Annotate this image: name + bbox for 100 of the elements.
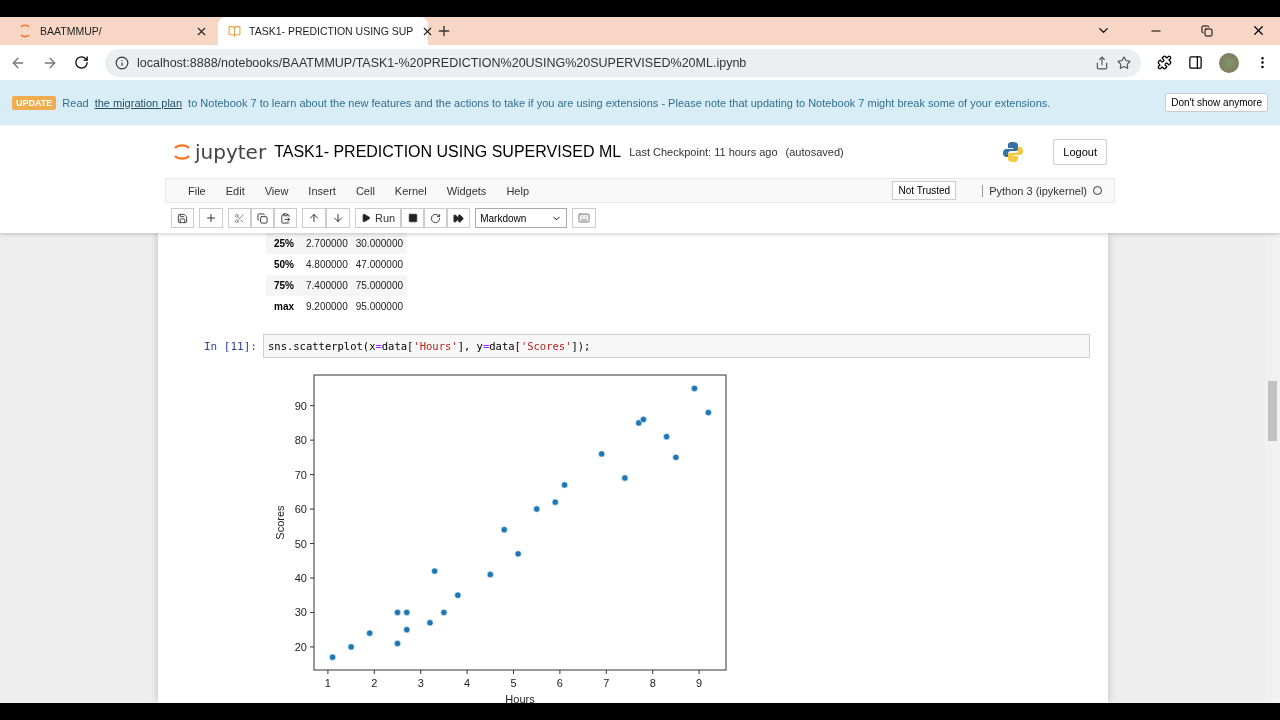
banner-text: to Notebook 7 to learn about the new features and the actions to take if you are using extensions - Please note that updating to Notebook 7 might break some of your extensions. <box>188 96 1051 109</box>
x-tick: 7 <box>603 669 610 689</box>
browser-tab[interactable]: BAATMMUP/ <box>8 17 218 45</box>
y-tick-label: 60 <box>294 503 307 516</box>
share-icon[interactable] <box>1095 55 1109 70</box>
autosave-text: (autosaved) <box>785 145 844 158</box>
row-header: 25% <box>266 233 302 254</box>
insert-cell-button[interactable] <box>199 208 223 228</box>
restore-icon[interactable] <box>1201 24 1213 37</box>
side-panel-icon[interactable] <box>1188 55 1203 70</box>
table-cell: 47.000000 <box>351 254 407 275</box>
table-cell: 30.000000 <box>351 233 407 254</box>
table-cell: 9.200000 <box>302 296 352 317</box>
trust-indicator[interactable]: Not Trusted <box>892 181 957 200</box>
x-tick-label: 2 <box>371 677 378 689</box>
bookmark-star-icon[interactable] <box>1117 55 1131 70</box>
y-tick-label: 80 <box>294 434 307 447</box>
notebook-title[interactable]: TASK1- PREDICTION USING SUPERVISED ML <box>274 142 622 161</box>
table-cell: 95.000000 <box>351 296 407 317</box>
save-button[interactable] <box>171 208 194 228</box>
table-cell: 7.400000 <box>302 275 352 296</box>
data-point <box>533 505 541 513</box>
x-tick: 9 <box>696 669 703 689</box>
menu-item[interactable]: Help <box>496 184 539 197</box>
move-down-button[interactable] <box>326 208 350 228</box>
new-tab-icon[interactable] <box>436 23 452 39</box>
avatar[interactable] <box>1219 52 1239 73</box>
data-point <box>500 526 508 534</box>
y-tick: 90 <box>294 399 315 412</box>
x-tick: 5 <box>510 669 517 689</box>
reload-icon[interactable] <box>74 55 89 70</box>
data-point <box>366 629 374 637</box>
y-tick-label: 90 <box>294 399 307 412</box>
arrow-up-icon <box>308 212 320 224</box>
row-header: max <box>266 296 302 317</box>
info-icon[interactable] <box>115 55 129 70</box>
fast-forward-icon <box>453 212 465 224</box>
run-button[interactable]: Run <box>355 208 402 228</box>
arrow-down-icon <box>332 212 344 224</box>
input-prompt: In [11]: <box>204 339 257 353</box>
banner-text: Read <box>62 96 89 109</box>
y-tick: 20 <box>294 640 315 653</box>
cell-type-select[interactable]: Markdown <box>475 208 568 228</box>
clipboard-icon <box>280 212 291 224</box>
y-tick: 80 <box>294 434 315 447</box>
x-axis-label: Hours <box>505 693 535 703</box>
play-icon <box>361 213 371 223</box>
menu-item[interactable]: View <box>254 184 299 197</box>
logo-text: jupyter <box>195 139 267 164</box>
code-cell[interactable]: sns.scatterplot(x=data['Hours'], y=data['Scores']); <box>263 334 1090 358</box>
address-bar[interactable]: localhost:8888/notebooks/BAATMMUP/TASK1-%20PREDICTION%20USING%20SUPERVISED%20ML.ipynb <box>105 48 1141 77</box>
plus-icon <box>205 212 217 224</box>
y-tick-label: 50 <box>294 537 307 550</box>
data-point <box>704 409 712 417</box>
restart-icon <box>430 212 442 224</box>
data-point <box>440 608 448 616</box>
menu-item[interactable]: Edit <box>215 184 255 197</box>
data-point <box>454 591 462 599</box>
close-window-icon[interactable] <box>1251 23 1266 38</box>
menu-item[interactable]: Cell <box>345 184 385 197</box>
restart-button[interactable] <box>424 208 448 228</box>
data-point <box>329 653 337 661</box>
table-cell: 4.800000 <box>302 254 352 275</box>
data-point <box>690 384 698 392</box>
python-logo <box>1001 139 1026 164</box>
data-point <box>347 643 355 651</box>
copy-button[interactable] <box>251 208 274 228</box>
paste-button[interactable] <box>274 208 297 228</box>
data-point <box>486 571 494 579</box>
data-point <box>394 608 401 616</box>
stop-button[interactable] <box>401 208 425 228</box>
logout-button[interactable]: Logout <box>1053 138 1107 165</box>
menu-item[interactable]: Insert <box>298 184 346 197</box>
menu-item[interactable]: File <box>178 184 216 197</box>
cut-button[interactable] <box>228 208 251 228</box>
book-icon <box>228 24 241 38</box>
kernel-name: Python 3 (ipykernel) <box>982 184 1087 197</box>
dismiss-button[interactable]: Don't show anymore <box>1165 93 1268 112</box>
extensions-icon[interactable] <box>1157 55 1172 70</box>
y-tick-label: 30 <box>294 606 307 619</box>
y-tick: 70 <box>294 468 315 481</box>
y-tick: 50 <box>294 537 315 550</box>
keyboard-icon <box>578 212 591 224</box>
x-tick: 4 <box>464 669 471 689</box>
x-tick-label: 9 <box>696 677 703 689</box>
data-point <box>598 450 606 458</box>
menu-item[interactable]: Kernel <box>384 184 437 197</box>
x-tick-label: 5 <box>510 677 517 689</box>
run-all-button[interactable] <box>447 208 471 228</box>
x-tick-label: 7 <box>603 677 610 689</box>
table-cell: 2.700000 <box>302 233 352 254</box>
y-tick-label: 70 <box>294 468 307 481</box>
row-header: 50% <box>266 254 302 275</box>
move-up-button[interactable] <box>302 208 326 228</box>
y-tick-label: 20 <box>294 640 307 653</box>
data-point <box>672 453 680 461</box>
menu-item[interactable]: Widgets <box>436 184 497 197</box>
x-tick: 3 <box>417 669 424 689</box>
copy-icon <box>257 212 268 224</box>
migration-link[interactable]: the migration plan <box>94 96 183 109</box>
